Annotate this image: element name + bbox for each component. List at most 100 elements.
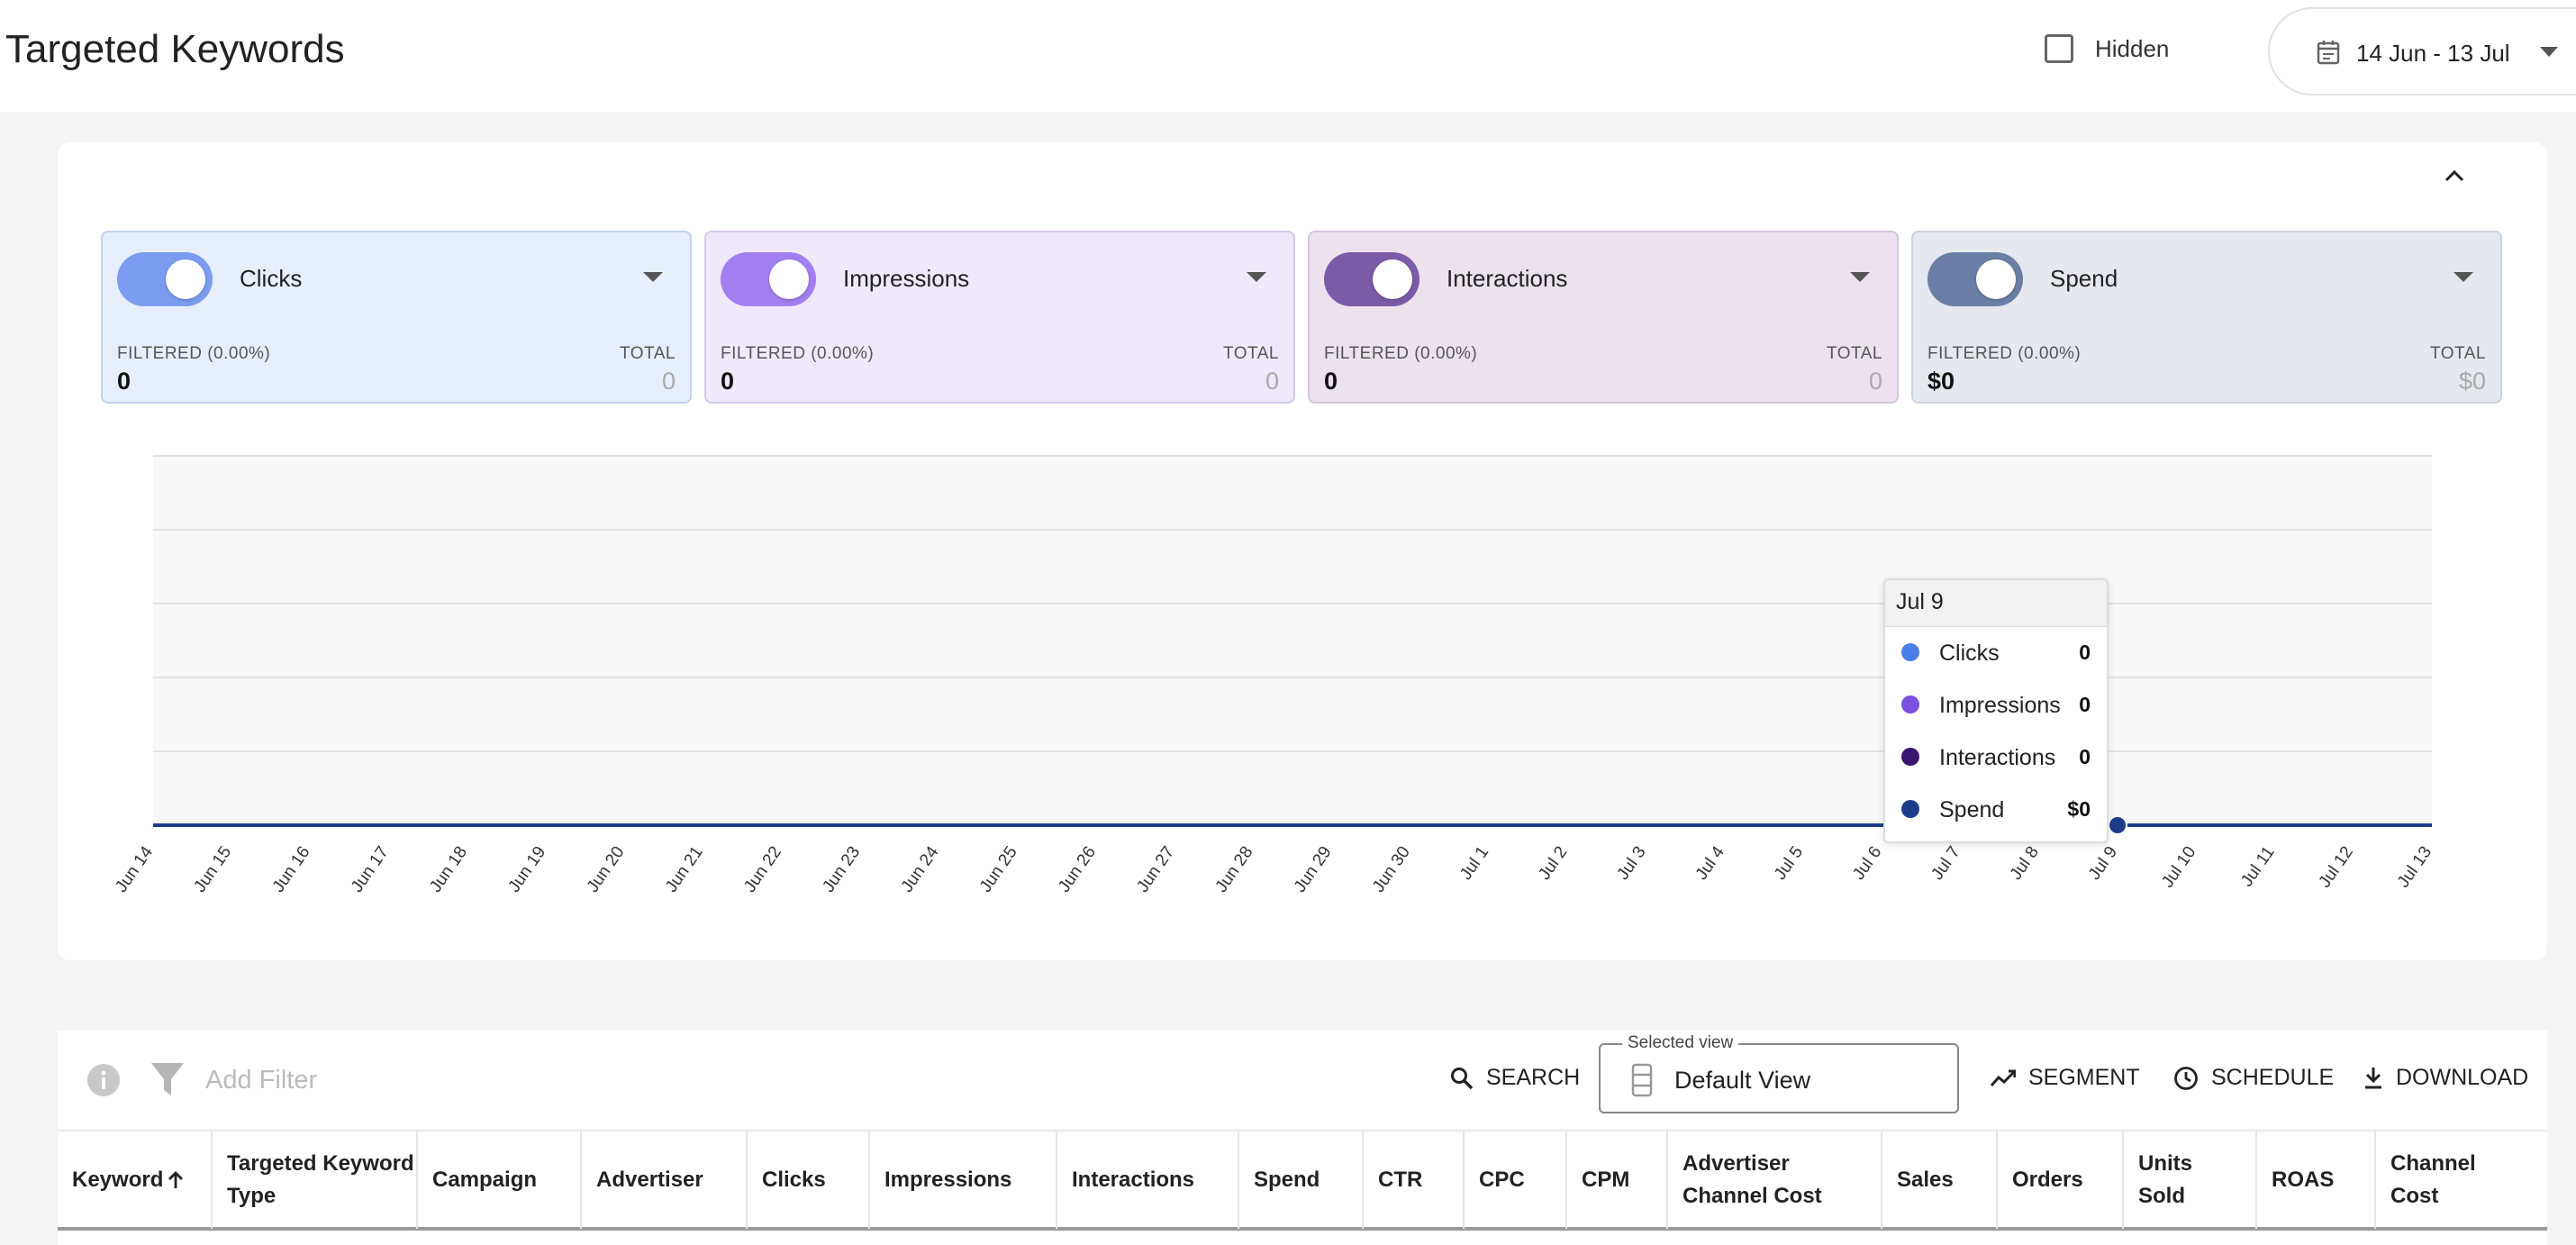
- column-header-targeted-keyword-type[interactable]: Targeted Keyword Type: [213, 1131, 418, 1229]
- tooltip-row: Interactions 0: [1885, 739, 2107, 775]
- column-header-interactions[interactable]: Interactions: [1057, 1131, 1239, 1229]
- x-tick-label: Jul 5: [1771, 843, 1807, 884]
- column-label: Units Sold: [2138, 1151, 2192, 1208]
- x-tick-label: Jul 13: [2394, 843, 2435, 892]
- column-label: Advertiser: [596, 1168, 703, 1192]
- x-tick-label: Jul 9: [2085, 843, 2121, 884]
- column-label: Keyword: [72, 1168, 164, 1192]
- x-tick-label: Jun 25: [976, 843, 1021, 896]
- x-tick-label: Jun 23: [819, 843, 864, 896]
- x-tick-label: Jul 7: [1927, 843, 1964, 884]
- add-filter-input[interactable]: Add Filter: [205, 1066, 317, 1095]
- sort-ascending-icon: [168, 1171, 184, 1188]
- x-tick-label: Jul 11: [2237, 843, 2278, 890]
- tooltip-row: Impressions 0: [1885, 686, 2107, 722]
- column-label: Clicks: [762, 1168, 826, 1192]
- segment-label: SEGMENT: [2028, 1065, 2140, 1090]
- x-tick-label: Jun 17: [348, 843, 393, 896]
- tooltip-title: Jul 9: [1885, 580, 2107, 627]
- view-value: Default View: [1674, 1067, 1811, 1094]
- column-header-impressions[interactable]: Impressions: [870, 1131, 1057, 1229]
- download-button[interactable]: DOWNLOAD: [2363, 1065, 2528, 1091]
- column-label: CPM: [1582, 1168, 1630, 1192]
- column-label: Impressions: [884, 1168, 1012, 1192]
- search-icon: [1451, 1067, 1474, 1089]
- legend-dot: [1901, 748, 1919, 766]
- x-tick-label: Jun 18: [426, 843, 471, 896]
- column-header-sales[interactable]: Sales: [1882, 1131, 1998, 1229]
- column-label: Sales: [1897, 1168, 1954, 1192]
- column-label: ROAS: [2272, 1168, 2335, 1192]
- filter-icon[interactable]: [150, 1061, 186, 1097]
- x-tick-label: Jul 6: [1849, 843, 1885, 884]
- selected-view-select[interactable]: Selected view Default View: [1599, 1033, 1959, 1113]
- column-label: Orders: [2012, 1168, 2083, 1192]
- legend-dot: [1901, 800, 1919, 818]
- view-legend: Selected view: [1622, 1033, 1739, 1053]
- tooltip-label: Spend: [1939, 797, 2005, 822]
- column-header-units-sold[interactable]: Units Sold: [2124, 1131, 2257, 1229]
- download-label: DOWNLOAD: [2396, 1065, 2529, 1090]
- column-header-advertiser-channel-cost[interactable]: Advertiser Channel Cost: [1668, 1131, 1882, 1229]
- x-tick-label: Jun 16: [269, 843, 314, 896]
- x-tick-label: Jun 22: [740, 843, 785, 896]
- column-label: Campaign: [432, 1168, 538, 1192]
- column-header-cpm[interactable]: CPM: [1567, 1131, 1668, 1229]
- x-tick-label: Jul 2: [1535, 843, 1571, 884]
- column-header-keyword[interactable]: Keyword: [58, 1131, 213, 1229]
- column-header-orders[interactable]: Orders: [1998, 1131, 2124, 1229]
- tooltip-label: Clicks: [1939, 641, 2000, 666]
- x-tick-label: Jun 28: [1212, 843, 1257, 896]
- column-label: Spend: [1254, 1168, 1320, 1192]
- schedule-button[interactable]: SCHEDULE: [2173, 1065, 2334, 1091]
- tooltip-label: Interactions: [1939, 745, 2056, 770]
- x-tick-label: Jun 29: [1291, 843, 1336, 896]
- download-icon: [2365, 1067, 2381, 1088]
- legend-dot: [1901, 643, 1919, 661]
- search-button[interactable]: SEARCH: [1450, 1065, 1580, 1091]
- column-label: Targeted Keyword Type: [227, 1151, 414, 1208]
- table-header: Keyword Targeted Keyword Type Campaign A…: [58, 1130, 2547, 1231]
- search-label: SEARCH: [1486, 1065, 1581, 1090]
- x-tick-label: Jun 14: [112, 842, 157, 895]
- schedule-label: SCHEDULE: [2211, 1065, 2335, 1090]
- column-header-roas[interactable]: ROAS: [2257, 1131, 2376, 1229]
- x-tick-label: Jul 3: [1613, 843, 1649, 884]
- tooltip-value: 0: [2079, 745, 2091, 768]
- column-header-campaign[interactable]: Campaign: [418, 1131, 582, 1229]
- hover-point[interactable]: [2108, 815, 2128, 835]
- info-icon[interactable]: [86, 1063, 121, 1097]
- column-header-ctr[interactable]: CTR: [1364, 1131, 1465, 1229]
- x-tick-label: Jun 27: [1133, 843, 1178, 896]
- x-tick-label: Jun 19: [504, 843, 549, 896]
- x-tick-label: Jul 4: [1692, 842, 1728, 883]
- column-label: CPC: [1479, 1168, 1525, 1192]
- tooltip-row: Spend $0: [1885, 791, 2107, 827]
- tooltip-value: 0: [2079, 641, 2091, 664]
- column-header-clicks[interactable]: Clicks: [748, 1131, 870, 1229]
- column-header-advertiser[interactable]: Advertiser: [582, 1131, 748, 1229]
- tooltip-label: Impressions: [1939, 693, 2061, 718]
- trending-icon: [1991, 1069, 2016, 1086]
- column-label: Interactions: [1072, 1168, 1195, 1192]
- tooltip-row: Clicks 0: [1885, 634, 2107, 670]
- column-label: Channel Cost: [2390, 1151, 2476, 1208]
- column-header-cpc[interactable]: CPC: [1465, 1131, 1567, 1229]
- x-tick-label: Jul 10: [2158, 843, 2200, 892]
- view-icon: [1631, 1063, 1653, 1097]
- line-chart: Jun 14 Jun 15 Jun 16 Jun 17 Jun 18 Jun 19 Jun …: [112, 455, 2435, 896]
- x-tick-label: Jun 24: [898, 842, 943, 895]
- x-tick-label: Jun 30: [1369, 843, 1414, 896]
- chart-tooltip: Jul 9 Clicks 0 Impressions 0 Interaction…: [1883, 578, 2109, 843]
- column-header-spend[interactable]: Spend: [1239, 1131, 1364, 1229]
- x-tick-label: Jun 20: [584, 843, 629, 896]
- tooltip-value: $0: [2067, 797, 2091, 821]
- clock-icon: [2174, 1066, 2198, 1090]
- x-tick-label: Jul 8: [2007, 843, 2043, 884]
- column-label: Advertiser Channel Cost: [1683, 1151, 1822, 1208]
- column-label: CTR: [1378, 1168, 1423, 1192]
- column-header-channel-cost[interactable]: Channel Cost: [2376, 1131, 2547, 1229]
- tooltip-value: 0: [2079, 693, 2091, 716]
- segment-button[interactable]: SEGMENT: [1991, 1065, 2140, 1091]
- x-tick-label: Jun 21: [662, 843, 707, 896]
